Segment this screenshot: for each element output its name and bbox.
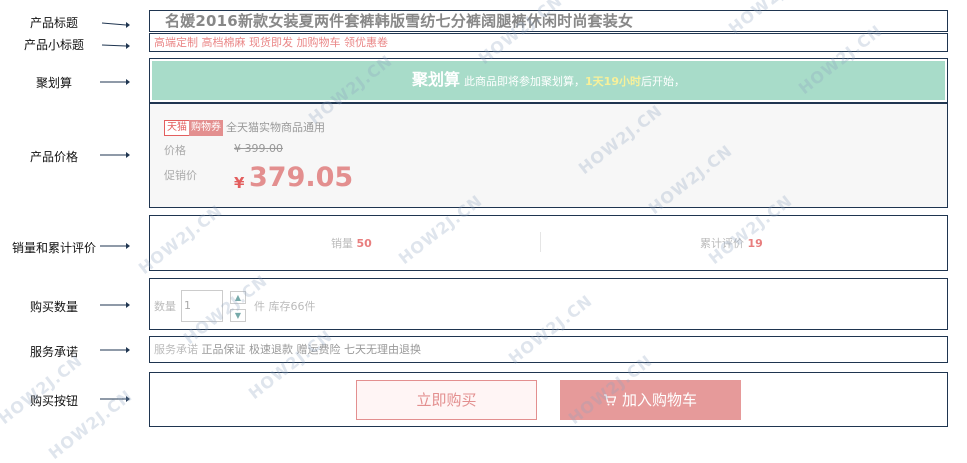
quantity-input[interactable]: 1 (181, 290, 223, 322)
label-service: 服务承诺 (29, 345, 78, 359)
label-juhuasuan: 聚划算 (35, 76, 72, 90)
quantity-box: 数量 1 ▲ ▼ 件 库存66件 (149, 278, 948, 330)
add-to-cart-button[interactable]: 加入购物车 (560, 380, 741, 420)
sales-volume: 销量 50 (331, 235, 372, 251)
cart-icon (603, 381, 617, 421)
reviews-count[interactable]: 累计评价 19 (700, 235, 763, 251)
reviews-label: 累计评价 (700, 237, 744, 250)
label-subtitle: 产品小标题 (23, 38, 84, 52)
arrow-icon (100, 39, 130, 51)
arrow-icon (100, 240, 130, 252)
original-price: ¥ 399.00 (234, 142, 283, 155)
product-subtitle: 高端定制 高档棉麻 现货即发 加购物车 领优惠卷 (154, 36, 388, 49)
divider (540, 232, 541, 252)
promo-currency: ¥ (234, 174, 245, 192)
arrow-icon (100, 299, 130, 311)
stock-text: 件 库存66件 (254, 300, 316, 313)
label-buy: 购买按钮 (29, 394, 78, 408)
arrow-icon (100, 393, 130, 405)
label-title: 产品标题 (29, 16, 78, 30)
coupon-note: 全天猫实物商品通用 (226, 121, 325, 134)
promo-price: 379.05 (249, 162, 354, 193)
arrow-icon (100, 344, 130, 356)
arrow-icon (100, 149, 130, 161)
quantity-down-button[interactable]: ▼ (230, 309, 246, 322)
sales-volume-label: 销量 (331, 237, 353, 250)
juhuasuan-text-before: 此商品即将参加聚划算， (464, 75, 586, 88)
product-title: 名媛2016新款女装夏两件套裤韩版雪纺七分裤阔腿裤休闲时尚套装女 (165, 12, 634, 30)
product-title-box: 名媛2016新款女装夏两件套裤韩版雪纺七分裤阔腿裤休闲时尚套装女 (149, 10, 948, 32)
label-sales: 销量和累计评价 (11, 241, 96, 255)
original-price-label: 价格 (164, 144, 186, 157)
coupon-tag: 购物券 (189, 120, 223, 136)
promo-price-label: 促销价 (164, 169, 197, 182)
buy-now-button[interactable]: 立即购买 (356, 380, 537, 420)
quantity-up-button[interactable]: ▲ (230, 291, 246, 304)
juhuasuan-banner: 聚划算 此商品即将参加聚划算，1天19小时后开始， (152, 61, 945, 100)
arrow-icon (100, 17, 130, 29)
product-subtitle-box: 高端定制 高档棉麻 现货即发 加购物车 领优惠卷 (149, 33, 948, 52)
service-promise: 服务承诺 正品保证 极速退款 赠运费险 七天无理由退换 (154, 341, 421, 357)
add-to-cart-label: 加入购物车 (621, 391, 697, 409)
quantity-label: 数量 (154, 300, 176, 313)
sales-volume-value: 50 (356, 237, 372, 250)
tmall-tag: 天猫 (164, 120, 190, 136)
service-box: 服务承诺 正品保证 极速退款 赠运费险 七天无理由退换 (149, 336, 948, 363)
service-items: 正品保证 极速退款 赠运费险 七天无理由退换 (201, 343, 422, 356)
sales-box: 销量 50 累计评价 19 (149, 215, 948, 271)
juhuasuan-box: 聚划算 此商品即将参加聚划算，1天19小时后开始， (149, 58, 948, 103)
label-quantity: 购买数量 (29, 300, 78, 314)
buy-box: 立即购买 加入购物车 (149, 372, 948, 427)
reviews-value: 19 (747, 237, 763, 250)
label-price: 产品价格 (29, 150, 78, 164)
juhuasuan-countdown: 1天19小时 (585, 75, 641, 88)
watermark: HOW2J.CN (0, 350, 87, 429)
service-label: 服务承诺 (154, 343, 198, 356)
juhuasuan-text-after: 后开始， (640, 75, 685, 88)
arrow-icon (100, 76, 130, 88)
juhuasuan-title: 聚划算 (412, 70, 461, 89)
price-box: 天猫 购物券 全天猫实物商品通用 价格 ¥ 399.00 促销价 ¥ 379.0… (149, 103, 948, 208)
